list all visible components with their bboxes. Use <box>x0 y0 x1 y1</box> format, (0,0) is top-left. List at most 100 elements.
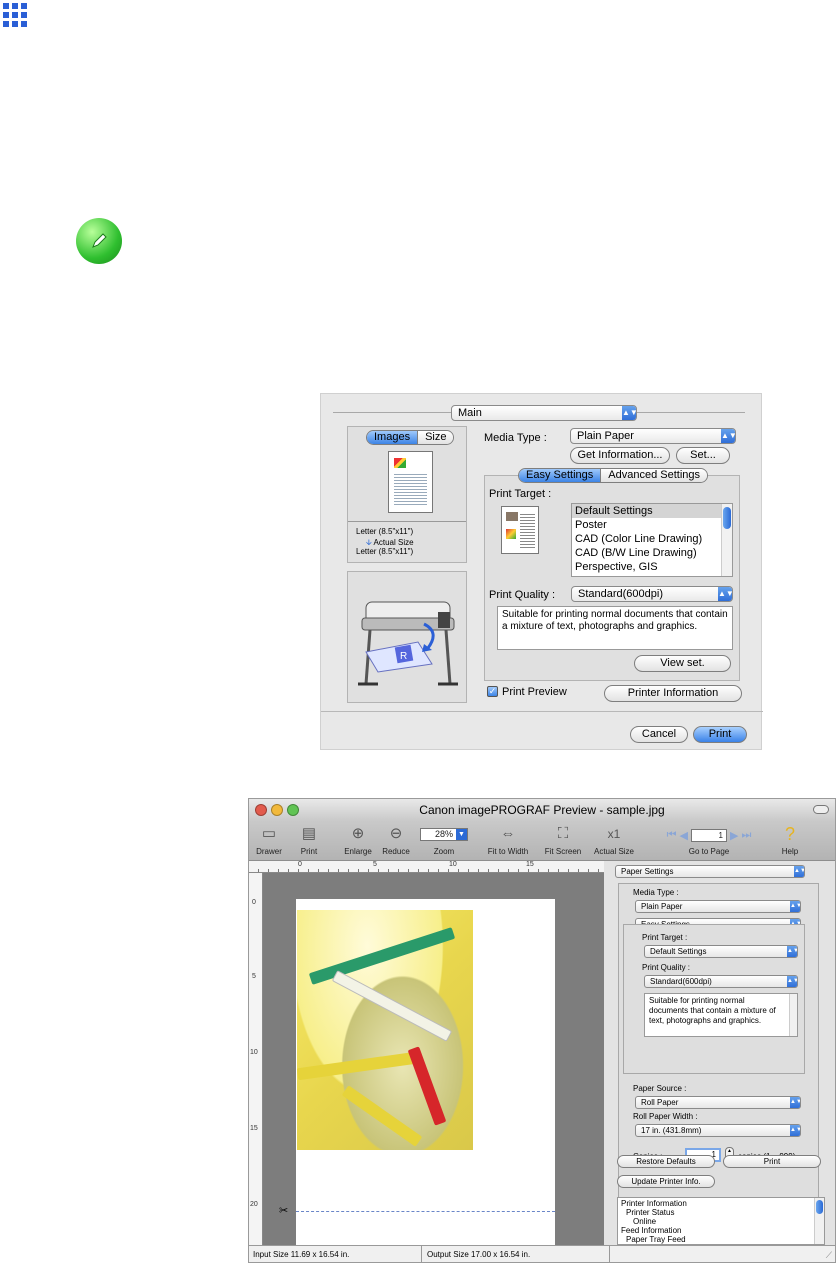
popup-arrow-icon: ▲▼ <box>787 976 797 987</box>
ruler-h-label: 15 <box>526 861 534 868</box>
tab-images[interactable]: Images <box>367 431 418 444</box>
settings-tabs: Easy Settings Advanced Settings <box>518 468 708 483</box>
help-button[interactable]: ? Help <box>775 823 805 856</box>
window-title: Canon imagePROGRAF Preview - sample.jpg <box>419 803 665 817</box>
print-toolbar-button[interactable]: ▤ Print <box>295 823 323 856</box>
print-preview-checkbox[interactable]: ✓ <box>487 686 498 697</box>
print-icon: ▤ <box>301 825 317 842</box>
toolbar-toggle-button[interactable] <box>813 805 829 814</box>
actual-size-label: Actual Size <box>593 847 635 856</box>
prev-page-icon[interactable]: ◀ <box>680 829 688 842</box>
list-item[interactable]: CAD (Color Line Drawing) <box>572 532 732 546</box>
view-set-button[interactable]: View set. <box>634 655 731 672</box>
print-target-select[interactable]: Default Settings ▲▼ <box>644 945 798 958</box>
note-pencil-icon <box>76 218 122 264</box>
reduce-label: Reduce <box>382 847 410 856</box>
update-printer-info-button[interactable]: Update Printer Info. <box>617 1175 715 1188</box>
popup-arrow-icon: ▲▼ <box>790 901 800 912</box>
restore-defaults-button[interactable]: Restore Defaults <box>617 1155 715 1168</box>
svg-text:R: R <box>400 651 407 662</box>
info-line: Paper Tray Feed <box>626 1235 686 1244</box>
print-target-label: Print Target : <box>642 933 688 942</box>
roll-width-label: Roll Paper Width : <box>633 1112 698 1121</box>
resize-grip-icon[interactable]: ⟋ <box>826 1250 832 1261</box>
reduce-button[interactable]: ⊖ Reduce <box>379 823 413 856</box>
panel-select[interactable]: Main ▲▼ <box>451 405 637 421</box>
tab-advanced-settings[interactable]: Advanced Settings <box>600 469 707 482</box>
list-item[interactable]: CAD (B/W Line Drawing) <box>572 546 732 560</box>
print-quality-select[interactable]: Standard(600dpi) ▲▼ <box>571 586 733 602</box>
horizontal-ruler: 0 5 10 15 <box>249 861 604 873</box>
minimize-window-button[interactable] <box>271 804 283 816</box>
print-quality-select[interactable]: Standard(600dpi) ▲▼ <box>644 975 798 988</box>
ruler-v-label: 0 <box>252 899 256 906</box>
layout-preview-panel: Images Size Letter (8.5"x11") 🡫 Actual S… <box>347 426 467 563</box>
ruler-h-label: 5 <box>373 861 377 868</box>
zoom-window-button[interactable] <box>287 804 299 816</box>
printer-information-button[interactable]: Printer Information <box>604 685 742 702</box>
printer-info-list[interactable]: Printer Information Printer Status Onlin… <box>617 1197 825 1245</box>
popup-arrow-icon: ▲▼ <box>787 946 797 957</box>
zoom-out-icon: ⊖ <box>389 825 403 842</box>
list-item[interactable]: Default Settings <box>572 504 732 518</box>
output-size-status: Output Size 17.00 x 16.54 in. <box>427 1250 531 1259</box>
input-size-text: Letter (8.5"x11") <box>356 527 414 536</box>
roll-width-select[interactable]: 17 in. (431.8mm) ▲▼ <box>635 1124 801 1137</box>
print-button[interactable]: Print <box>693 726 747 743</box>
roll-width-value: 17 in. (431.8mm) <box>641 1126 702 1135</box>
print-quality-value: Standard(600dpi) <box>578 588 664 600</box>
description-scrollbar[interactable] <box>789 994 797 1036</box>
arrow-down-icon: 🡫 <box>366 538 372 547</box>
enlarge-label: Enlarge <box>344 847 372 856</box>
drawer-button[interactable]: ▭ Drawer <box>253 823 285 856</box>
first-page-icon[interactable]: ⏮ <box>667 829 677 842</box>
zoom-arrow-icon: ▼ <box>456 829 467 840</box>
media-type-select[interactable]: Plain Paper ▲▼ <box>570 428 736 444</box>
set-button[interactable]: Set... <box>676 447 730 464</box>
easy-settings-box: Print Target : Default Settings ▲▼ Print … <box>623 924 805 1074</box>
last-page-icon[interactable]: ⏭ <box>741 829 751 842</box>
fit-screen-icon: ⛶ <box>557 825 569 842</box>
close-window-button[interactable] <box>255 804 267 816</box>
actual-size-button[interactable]: x1 Actual Size <box>591 823 637 856</box>
section-select[interactable]: Paper Settings ▲▼ <box>615 865 805 878</box>
tab-size[interactable]: Size <box>417 431 454 444</box>
paper-source-label: Paper Source : <box>633 1084 687 1093</box>
scissors-icon: ✂ <box>279 1205 289 1217</box>
popup-arrow-icon: ▲▼ <box>622 406 636 420</box>
enlarge-button[interactable]: ⊕ Enlarge <box>341 823 375 856</box>
list-item[interactable]: Poster <box>572 518 732 532</box>
print-label: Print <box>300 847 318 856</box>
preview-canvas[interactable]: 0 5 10 15 0 5 10 15 20 ✂ <box>249 861 604 1259</box>
preview-window: Canon imagePROGRAF Preview - sample.jpg … <box>248 798 836 1263</box>
list-item[interactable]: Perspective, GIS <box>572 560 732 574</box>
print-sidebar-button[interactable]: Print <box>723 1155 821 1168</box>
print-target-list[interactable]: Default Settings Poster CAD (Color Line … <box>571 503 733 577</box>
print-quality-value: Standard(600dpi) <box>650 977 712 986</box>
media-type-label: Media Type : <box>484 432 547 444</box>
ruler-v-label: 5 <box>252 973 256 980</box>
sample-photo <box>297 910 473 1150</box>
list-scrollbar[interactable] <box>721 504 732 576</box>
info-line: Printer Status <box>626 1208 675 1217</box>
cancel-button[interactable]: Cancel <box>630 726 688 743</box>
media-type-select[interactable]: Plain Paper ▲▼ <box>635 900 801 913</box>
print-preview-label: Print Preview <box>502 686 567 698</box>
next-page-icon[interactable]: ▶ <box>730 829 738 842</box>
popup-arrow-icon: ▲▼ <box>718 587 732 601</box>
easy-settings-panel: Easy Settings Advanced Settings Print Ta… <box>484 468 740 681</box>
paper-settings-box: Media Type : Plain Paper▲▼ Easy Settings… <box>618 883 819 1221</box>
zoom-select[interactable]: 28% ▼ <box>420 828 468 841</box>
info-scrollbar[interactable] <box>814 1198 824 1244</box>
page-input[interactable]: 1 <box>691 828 727 842</box>
tab-easy-settings[interactable]: Easy Settings <box>519 469 601 482</box>
fit-to-width-button[interactable]: ⇔ Fit to Width <box>487 823 529 856</box>
fit-screen-button[interactable]: ⛶ Fit Screen <box>543 823 583 856</box>
paper-source-select[interactable]: Roll Paper ▲▼ <box>635 1096 801 1109</box>
get-information-button[interactable]: Get Information... <box>570 447 670 464</box>
ruler-h-label: 10 <box>449 861 457 868</box>
zoom-label: Zoom <box>433 847 455 856</box>
go-to-page-label: Go to Page <box>688 847 730 856</box>
fit-width-icon: ⇔ <box>500 825 516 842</box>
preview-tabs: Images Size <box>366 430 455 445</box>
